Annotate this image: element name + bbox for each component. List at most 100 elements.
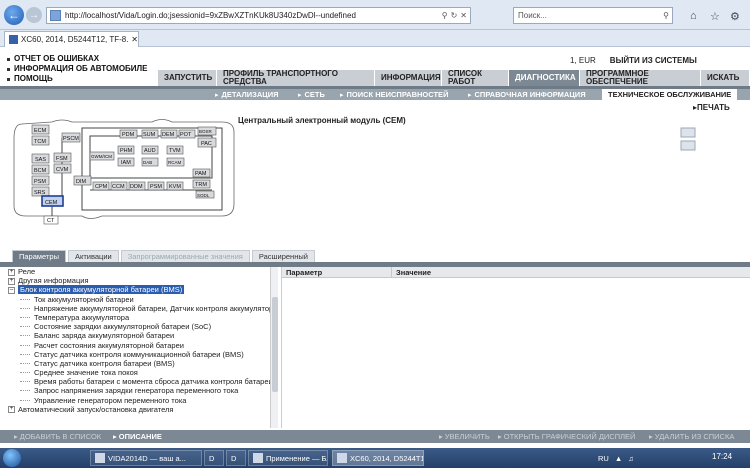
search-icon[interactable]: ⚲ [663,11,669,20]
diagram-module[interactable]: DDM [128,181,146,191]
diagram-module[interactable]: FSM [53,152,72,163]
tab-vehicle-profile[interactable]: ПРОФИЛЬ ТРАНСПОРТНОГО СРЕДСТВА [217,70,374,86]
diagram-module[interactable]: CCM [110,181,128,191]
taskbar-item[interactable]: D [226,450,246,466]
volume-icon[interactable]: ♫ [628,454,634,463]
address-bar[interactable]: http://localhost/Vida/Login.do;jsessioni… [46,7,471,24]
diagram-module[interactable]: CVM [53,163,72,174]
remove-from-list-button[interactable]: УДАЛИТЬ ИЗ СПИСКА [649,430,735,443]
star-icon[interactable]: ☆ [710,10,720,23]
subnav-reference[interactable]: СПРАВОЧНАЯ ИНФОРМАЦИЯ [468,89,586,100]
tree-leaf[interactable]: Расчет состояния аккумуляторной батареи [8,341,270,350]
tab-activations[interactable]: Активации [67,250,119,262]
description-button[interactable]: ОПИСАНИЕ [113,430,162,443]
tree-leaf[interactable]: Статус датчика контроля коммуникационной… [8,350,270,359]
taskbar-item[interactable]: VIDA2014D — ваш а... [90,450,202,466]
tab-start[interactable]: ЗАПУСТИТЬ [158,70,216,86]
home-icon[interactable]: ⌂ [690,10,697,22]
diagram-module[interactable]: POT [178,129,196,139]
tab-programmed-values[interactable]: Запрограммированные значения [120,250,250,262]
tree-leaf[interactable]: Напряжение аккумуляторной батареи, Датчи… [8,304,270,313]
diagram-module[interactable]: SAS [31,153,50,164]
diagram-module[interactable]: ECM [31,124,50,135]
forward-arrow-icon[interactable]: → [26,7,42,23]
diagram-module[interactable]: RCAM [166,157,185,167]
diagram-module[interactable]: BOSR [197,126,217,136]
open-graph-button[interactable]: ОТКРЫТЬ ГРАФИЧЕСКИЙ ДИСПЛЕЙ [498,430,636,443]
diagram-module[interactable]: CT [43,215,59,225]
network-icon[interactable]: ▲ [615,454,622,463]
diagram-module[interactable]: IAM [117,157,135,167]
diagram-module[interactable]: PSM [31,175,50,186]
search-small-icon[interactable]: ⚲ [442,11,448,20]
expand-plus-icon[interactable]: + [8,406,15,414]
tree-node[interactable]: + Автоматический запуск/остановка двигате… [8,405,270,414]
browser-tab[interactable]: XC60, 2014, D5244T12, TF-8... ✕ [4,31,139,47]
diagram-module[interactable]: DAB [141,157,159,167]
tree-node[interactable]: + Другая информация [8,276,270,285]
scrollbar-thumb[interactable] [272,297,278,392]
windows-start-icon[interactable] [3,449,21,467]
url-text[interactable]: http://localhost/Vida/Login.do;jsessioni… [65,11,442,20]
tree-leaf[interactable]: Среднее значение тока покоя [8,368,270,377]
diagram-module[interactable]: DEM [160,129,178,139]
column-parameter[interactable]: Параметр [282,267,392,277]
diagram-module[interactable]: TCM [31,135,50,146]
diagram-module[interactable]: GWM/ICM [89,151,115,161]
subnav-details[interactable]: ДЕТАЛИЗАЦИЯ [215,89,279,100]
tree-leaf[interactable]: Баланс заряда аккумуляторной батареи [8,331,270,340]
tree-leaf[interactable]: Время работы батареи с момента сброса да… [8,377,270,386]
tree-node[interactable]: + Реле [8,267,270,276]
tab-software[interactable]: ПРОГРАММНОЕ ОБЕСПЕЧЕНИЕ [580,70,700,86]
subnav-troubleshooting[interactable]: ПОИСК НЕИСПРАВНОСТЕЙ [340,89,449,100]
tab-work-list[interactable]: СПИСОК РАБОТ [442,70,508,86]
tree-leaf[interactable]: Запрос напряжения зарядки генератора пер… [8,386,270,395]
diagram-module-selected[interactable]: CEM [41,195,64,207]
add-to-list-button[interactable]: ДОБАВИТЬ В СПИСОК [14,430,101,443]
diagram-module[interactable]: BCM [31,164,50,175]
diagram-module[interactable]: PAC [197,137,217,148]
subnav-network[interactable]: СЕТЬ [298,89,325,100]
close-icon[interactable]: ✕ [460,11,467,20]
logout-button[interactable]: ВЫЙТИ ИЗ СИСТЕМЫ [610,56,697,65]
diagram-module[interactable]: PSCM [61,132,81,143]
tab-information[interactable]: ИНФОРМАЦИЯ [375,70,441,86]
back-arrow-icon[interactable]: ← [4,5,24,25]
tab-advanced[interactable]: Расширенный [251,250,315,262]
collapse-minus-icon[interactable]: – [8,286,15,294]
clock[interactable]: 17:24 [712,452,732,461]
diagram-module[interactable]: AUD [141,145,159,155]
tree-leaf[interactable]: Ток аккумуляторной батареи [8,295,270,304]
refresh-icon[interactable]: ↻ [451,11,458,20]
language-indicator[interactable]: RU [598,454,609,463]
tree-leaf[interactable]: Управление генератором переменного тока [8,396,270,405]
link-error-report[interactable]: ОТЧЕТ ОБ ОШИБКАХ [14,54,99,64]
taskbar-item[interactable]: D [204,450,224,466]
link-help[interactable]: ПОМОЩЬ [14,74,53,84]
taskbar-item[interactable]: Применение — Бло... [248,450,328,466]
calendar-icon[interactable] [680,127,696,138]
diagram-module[interactable]: TVM [166,145,184,155]
tab-diagnostics[interactable]: ДИАГНОСТИКА [509,70,579,86]
close-tab-icon[interactable]: ✕ [131,35,138,44]
tree-node-selected[interactable]: – Блок контроля аккумуляторной батареи (B… [8,285,270,295]
diagram-module[interactable]: PSM [147,181,165,191]
taskbar-item-active[interactable]: XC60, 2014, D5244T1... [332,450,424,466]
zoom-button[interactable]: УВЕЛИЧИТЬ [439,430,490,443]
key-icon[interactable] [680,140,696,151]
diagram-module[interactable]: KVM [166,181,184,191]
tree-scrollbar[interactable] [270,267,278,428]
expand-plus-icon[interactable]: + [8,268,15,276]
column-value[interactable]: Значение [392,267,750,277]
diagram-module[interactable]: TRM [192,179,211,189]
tree-leaf[interactable]: Температура аккумулятора [8,313,270,322]
expand-plus-icon[interactable]: + [8,277,15,285]
print-button[interactable]: ПЕЧАТЬ [693,103,730,112]
subnav-maintenance[interactable]: ТЕХНИЧЕСКОЕ ОБСЛУЖИВАНИЕ [602,89,738,100]
diagram-module[interactable]: SRS [31,186,50,197]
diagram-module[interactable]: PAM [192,168,211,178]
tree-leaf[interactable]: Состояние зарядки аккумуляторной батареи… [8,322,270,331]
diagram-module[interactable]: PDM [119,129,138,139]
gear-icon[interactable]: ⚙ [730,10,740,23]
diagram-module[interactable]: PHM [117,145,135,155]
